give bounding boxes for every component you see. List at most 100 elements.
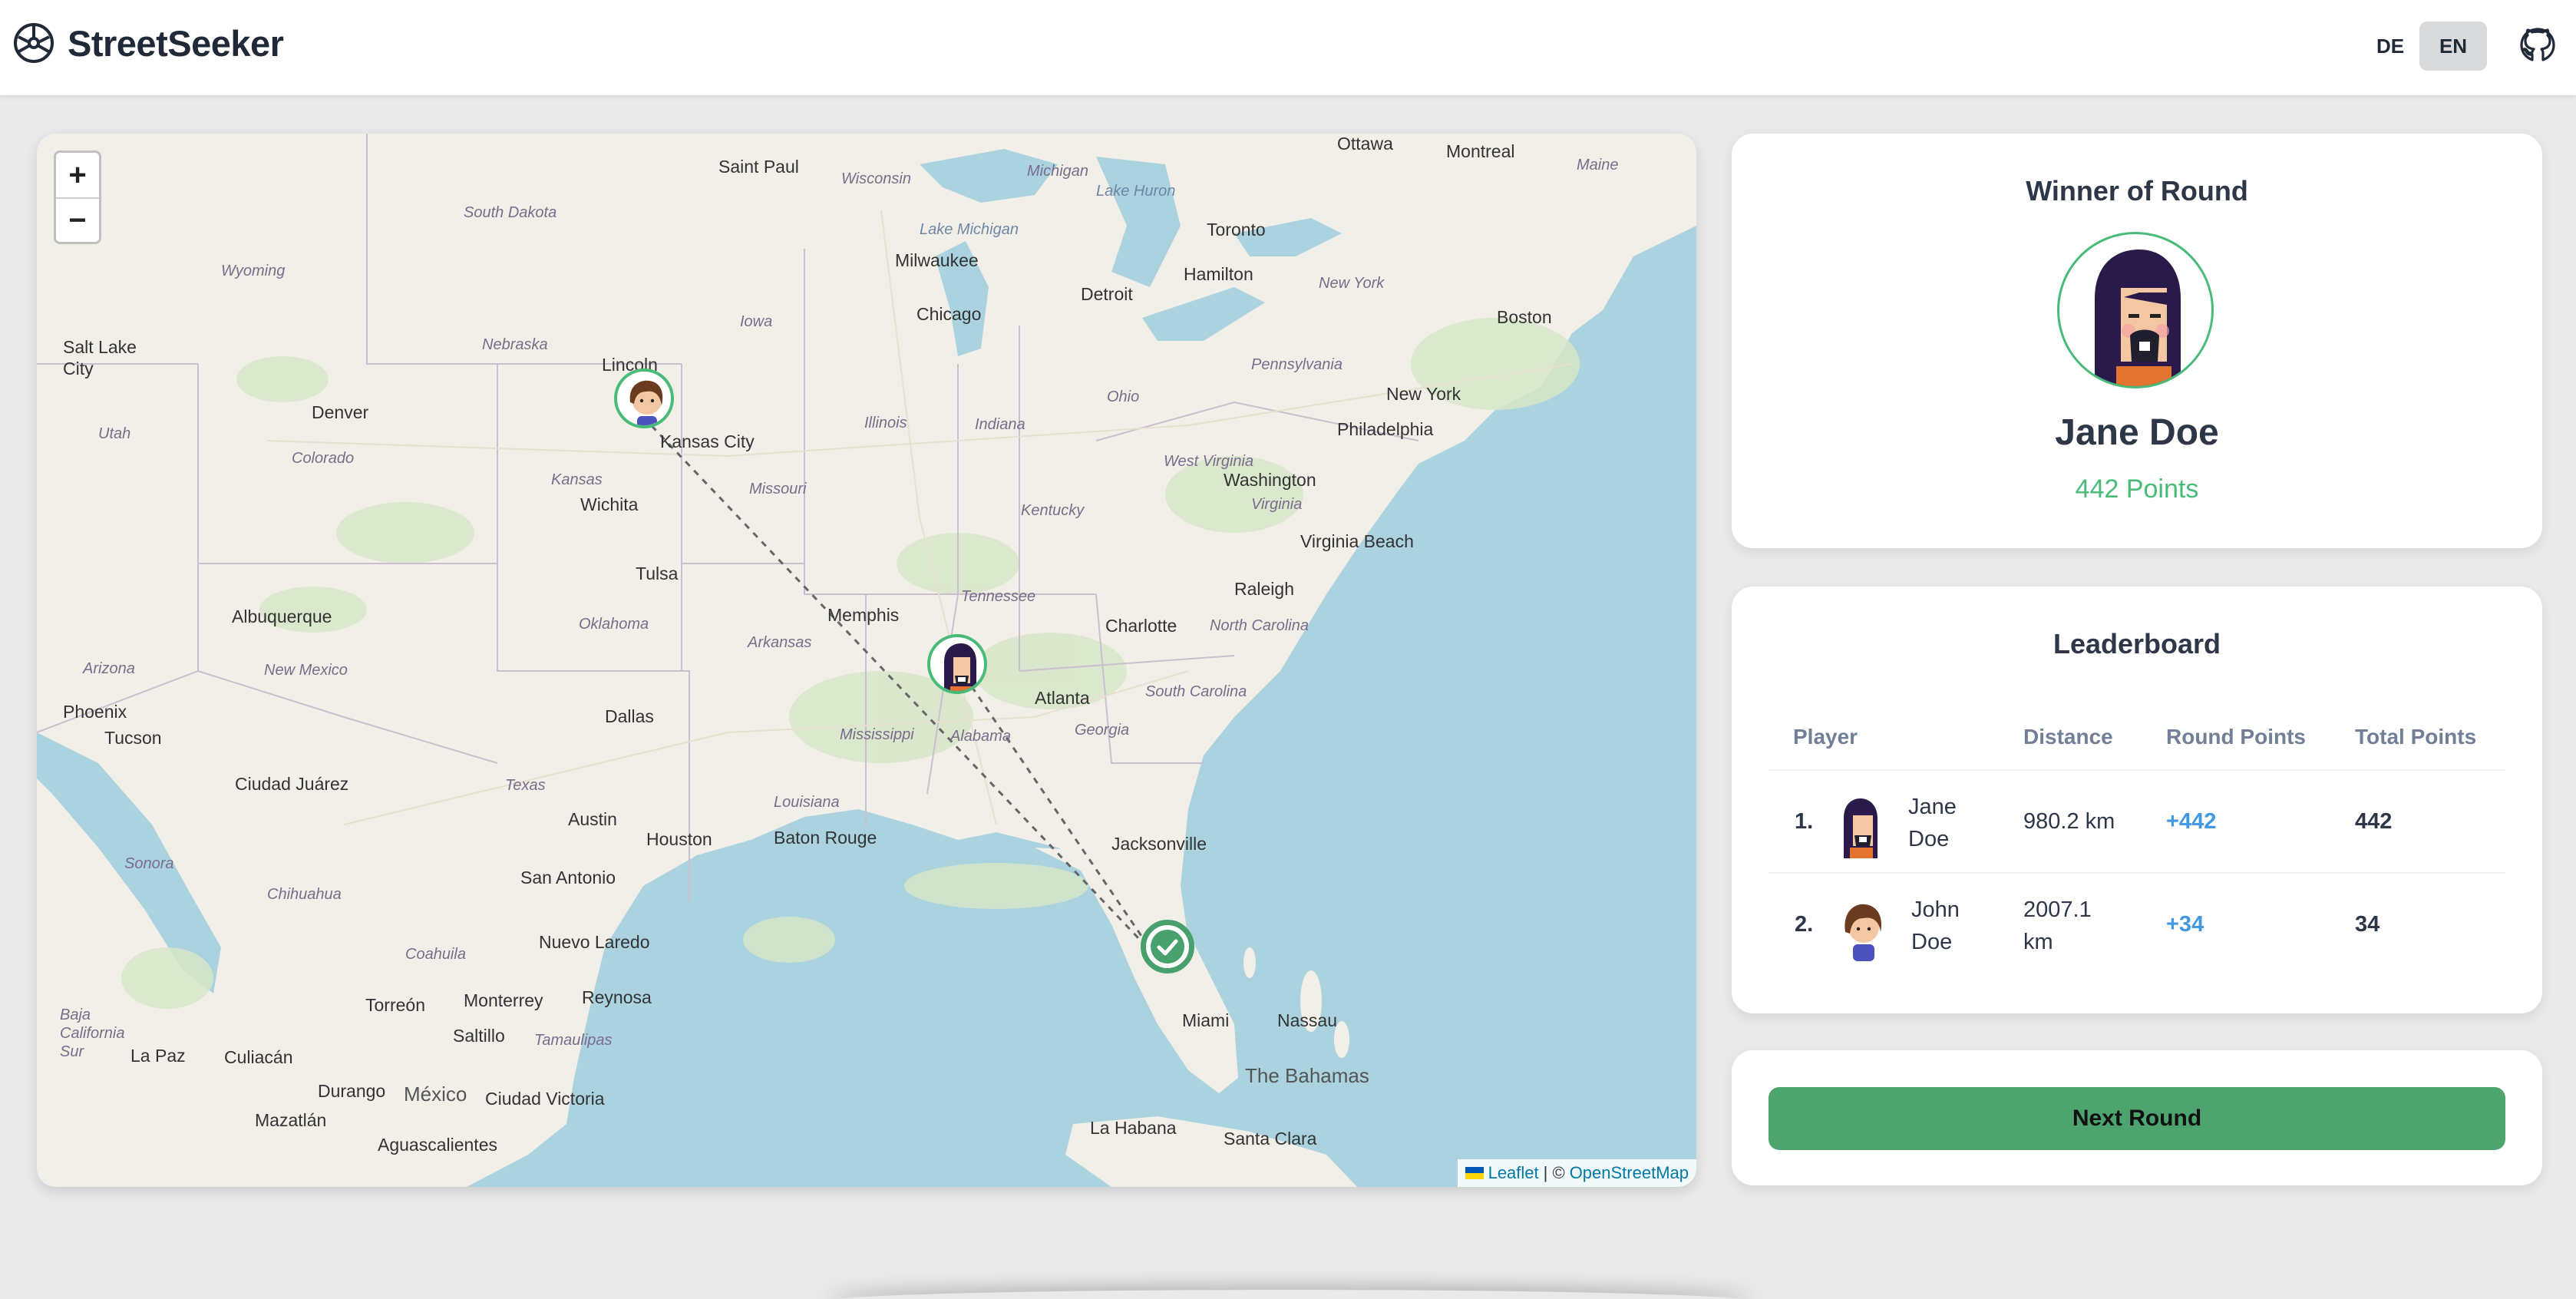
next-round-card: Next Round [1732, 1050, 2542, 1185]
map-label-region: Colorado [292, 450, 355, 467]
map-label-city: Tucson [104, 728, 162, 748]
map-label-city: Salt Lake City [63, 337, 137, 378]
next-round-button[interactable]: Next Round [1769, 1087, 2505, 1150]
ukraine-flag-icon [1465, 1167, 1484, 1179]
map-label-city: Milwaukee [895, 250, 979, 270]
top-navbar: StreetSeeker DE EN [0, 0, 2576, 95]
map-label-region: Ohio [1107, 388, 1140, 405]
map-label-region: Wyoming [221, 263, 286, 279]
language-de-button[interactable]: DE [2363, 21, 2418, 71]
map-label-city: Torreón [365, 995, 425, 1015]
openstreetmap-link[interactable]: OpenStreetMap [1570, 1163, 1689, 1183]
map-label-city: Saltillo [453, 1026, 505, 1046]
map-label-region: Lake Huron [1096, 183, 1176, 200]
map-label-city: Ciudad Victoria [485, 1089, 605, 1109]
divider [1769, 769, 2505, 771]
steering-wheel-icon [14, 23, 54, 63]
map-label-region: Louisiana [774, 794, 840, 811]
map-attribution: Leaflet | © OpenStreetMap [1457, 1159, 1696, 1187]
jane-doe-avatar-icon [2095, 250, 2181, 386]
map-label-region: Kentucky [1021, 502, 1085, 519]
app-title: StreetSeeker [68, 22, 284, 64]
distance-value: 2007.1 [2023, 897, 2092, 922]
round-points: +34 [2166, 912, 2204, 937]
map-label-city: Kansas City [660, 431, 755, 451]
john-doe-marker[interactable] [614, 369, 674, 428]
map-label-city: Virginia Beach [1300, 531, 1414, 551]
map-label-city: New York [1386, 384, 1461, 404]
winner-points: 442 Points [2075, 474, 2199, 504]
map-label-region: Missouri [749, 481, 807, 497]
map-label-region: South Dakota [464, 204, 557, 221]
column-header-total-points: Total Points [2355, 725, 2477, 749]
jane-doe-avatar-icon [1844, 798, 1878, 858]
result-map[interactable]: Saint Paul Ottawa Montreal Milwaukee Tor… [37, 134, 1696, 1187]
map-label-city: Nassau [1277, 1010, 1337, 1030]
map-label-city: Ciudad Juárez [235, 774, 349, 794]
map-label-city: Reynosa [582, 987, 652, 1007]
zoom-out-button[interactable]: − [56, 197, 99, 242]
map-label-city: Raleigh [1234, 579, 1294, 599]
zoom-control: + − [54, 150, 101, 244]
map-label-region: Indiana [975, 416, 1025, 433]
map-label-city: Toronto [1207, 220, 1266, 240]
map-label-region: Arizona [83, 660, 135, 677]
map-label-city: Boston [1497, 307, 1552, 327]
total-points: 442 [2355, 809, 2393, 834]
zoom-in-button[interactable]: + [56, 153, 99, 197]
language-en-button[interactable]: EN [2419, 21, 2487, 71]
map-label-region: Alabama [950, 728, 1011, 745]
map-label-region: New Mexico [264, 662, 348, 679]
map-label-city: Mazatlán [255, 1110, 327, 1130]
map-label-city: Tulsa [636, 564, 679, 583]
map-label-region: Nebraska [482, 336, 548, 353]
map-label-region: North Carolina [1210, 617, 1309, 634]
total-points: 34 [2355, 912, 2380, 937]
map-label-city: Culiacán [224, 1047, 293, 1067]
round-points: +442 [2166, 809, 2217, 834]
map-label-city: Washington [1224, 470, 1316, 490]
github-icon[interactable] [2518, 26, 2558, 66]
map-label-region: Oklahoma [579, 616, 649, 633]
player-name-first: Jane [1908, 795, 1957, 819]
map-label-city: La Habana [1090, 1118, 1177, 1138]
map-label-region: New York [1319, 275, 1385, 292]
map-label-region: Pennsylvania [1251, 356, 1342, 373]
map-label-region: Texas [505, 777, 546, 794]
map-label-city: Phoenix [63, 702, 127, 722]
jane-doe-marker[interactable] [927, 634, 987, 694]
leaderboard-card: Leaderboard Player Distance Round Points… [1732, 587, 2542, 1013]
map-label-city: Nuevo Laredo [539, 932, 650, 952]
rank: 2. [1795, 912, 1814, 937]
rank: 1. [1795, 809, 1814, 834]
map-label-city: Austin [568, 809, 617, 829]
winner-title: Winner of Round [2026, 175, 2248, 207]
player-name-first: John [1911, 897, 1960, 922]
leaflet-link[interactable]: Leaflet [1488, 1163, 1539, 1183]
distance: 980.2 km [2023, 809, 2115, 834]
bottom-shadow [829, 1290, 1750, 1299]
winner-name: Jane Doe [2055, 412, 2219, 453]
leaderboard-title: Leaderboard [2053, 628, 2221, 659]
map-label-city: Miami [1182, 1010, 1230, 1030]
map-label-region: Maine [1577, 157, 1619, 174]
map-label-city: Wichita [580, 494, 639, 514]
attribution-separator: | © [1543, 1163, 1565, 1182]
map-label-city: Atlanta [1035, 688, 1090, 708]
check-target-icon [1141, 920, 1194, 973]
map-label-region: Virginia [1251, 496, 1303, 513]
map-label-city: Dallas [605, 706, 654, 726]
player-name: John Doe [1911, 894, 1960, 958]
map-label-region: Iowa [740, 313, 773, 330]
map-label-city: Saint Paul [718, 157, 799, 177]
map-label-city: Hamilton [1184, 264, 1253, 284]
map-label-region: Chihuahua [267, 886, 342, 903]
john-doe-avatar-icon [1844, 904, 1882, 961]
checkmark-icon [1151, 930, 1184, 964]
map-label-city: Detroit [1081, 284, 1133, 304]
map-label-city: Monterrey [464, 990, 543, 1010]
brand[interactable]: StreetSeeker [12, 21, 284, 64]
map-label-city: Albuquerque [232, 607, 332, 626]
winner-card: Winner of Round Jane Doe 442 Points [1732, 134, 2542, 548]
column-header-round-points: Round Points [2166, 725, 2306, 749]
